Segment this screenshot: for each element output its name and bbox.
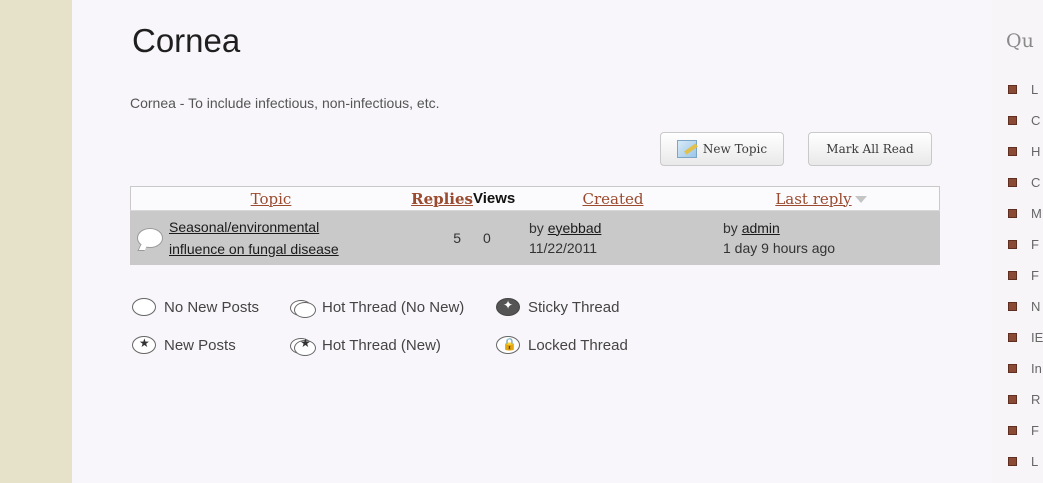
- table-header-row: Topic Replies Views Created Last reply: [130, 186, 940, 211]
- quick-links-sidebar: Qu L C H C M F F N IE In R F L: [992, 0, 1043, 483]
- sidebar-item[interactable]: In: [1008, 361, 1042, 376]
- bullet-icon: [1008, 85, 1017, 94]
- legend-hot-thread-no-new-label: Hot Thread (No New): [322, 298, 465, 316]
- mark-all-read-label: Mark All Read: [826, 142, 914, 156]
- sidebar-item[interactable]: F: [1008, 237, 1039, 252]
- sidebar-item[interactable]: R: [1008, 392, 1040, 407]
- bullet-icon: [1008, 426, 1017, 435]
- new-topic-button[interactable]: New Topic: [660, 132, 784, 166]
- hot-thread-no-new-icon: [288, 296, 316, 318]
- new-posts-icon: ★: [130, 334, 158, 356]
- sidebar-item-label: H: [1031, 144, 1041, 159]
- bullet-icon: [1008, 395, 1017, 404]
- sidebar-item-label: L: [1031, 454, 1039, 469]
- sidebar-item[interactable]: F: [1008, 268, 1039, 283]
- legend-hot-thread-new: ★ Hot Thread (New): [288, 334, 441, 356]
- topics-table: Topic Replies Views Created Last reply S…: [130, 186, 940, 265]
- bullet-icon: [1008, 147, 1017, 156]
- legend-new-posts-label: New Posts: [164, 336, 236, 354]
- sort-desc-icon: [854, 196, 867, 203]
- legend-no-new-posts: No New Posts: [130, 296, 259, 318]
- header-last-reply[interactable]: Last reply: [703, 186, 940, 211]
- topic-title-line1: Seasonal/environmental: [169, 218, 320, 235]
- created-date: 11/22/2011: [529, 239, 597, 256]
- created-by-user-link[interactable]: eyebbad: [548, 220, 602, 236]
- sidebar-item-label: C: [1031, 175, 1041, 190]
- sticky-thread-icon: ✦: [494, 296, 522, 318]
- sidebar-item-label: F: [1031, 237, 1039, 252]
- no-new-posts-icon: [137, 227, 163, 248]
- bullet-icon: [1008, 178, 1017, 187]
- sidebar-item-label: F: [1031, 268, 1039, 283]
- sidebar-item[interactable]: L: [1008, 454, 1038, 469]
- legend-sticky-thread-label: Sticky Thread: [528, 298, 620, 316]
- header-replies[interactable]: Replies: [411, 186, 473, 211]
- topic-link[interactable]: Seasonal/environmental influence on fung…: [169, 216, 339, 260]
- sidebar-item-label: In: [1031, 361, 1042, 376]
- header-last-reply-link[interactable]: Last reply: [775, 190, 851, 208]
- header-topic[interactable]: Topic: [130, 186, 411, 211]
- sidebar-item[interactable]: L: [1008, 82, 1038, 97]
- header-replies-link[interactable]: Replies: [411, 190, 473, 208]
- sidebar-item[interactable]: N: [1008, 299, 1040, 314]
- page-title: Cornea: [132, 22, 241, 59]
- created-by-prefix: by: [529, 219, 544, 236]
- topic-cell: Seasonal/environmental influence on fung…: [130, 210, 411, 265]
- sidebar-item-label: F: [1031, 423, 1039, 438]
- last-reply-time: 1 day 9 hours ago: [723, 239, 836, 256]
- new-topic-icon: [676, 140, 697, 158]
- sidebar-item[interactable]: H: [1008, 144, 1040, 159]
- last-reply-cell: by admin 1 day 9 hours ago: [703, 210, 940, 265]
- mark-all-read-button[interactable]: Mark All Read: [808, 132, 932, 166]
- sidebar-item-label: R: [1031, 392, 1041, 407]
- legend-hot-thread-new-label: Hot Thread (New): [322, 336, 441, 354]
- legend-no-new-posts-label: No New Posts: [164, 298, 260, 316]
- sidebar-item[interactable]: C: [1008, 113, 1040, 128]
- legend-hot-thread-no-new: Hot Thread (No New): [288, 296, 464, 318]
- sidebar-item[interactable]: IE: [1008, 330, 1043, 345]
- sidebar-item-label: M: [1031, 206, 1042, 221]
- created-cell: by eyebbad 11/22/2011: [523, 210, 703, 265]
- sidebar-item-label: IE: [1031, 330, 1043, 345]
- bullet-icon: [1008, 364, 1017, 373]
- bullet-icon: [1008, 209, 1017, 218]
- left-sidebar-strip: [0, 0, 72, 483]
- no-new-posts-icon: [130, 296, 158, 318]
- bullet-icon: [1008, 333, 1017, 342]
- sidebar-item[interactable]: C: [1008, 175, 1040, 190]
- bullet-icon: [1008, 116, 1017, 125]
- header-views: Views: [473, 186, 523, 211]
- table-row: Seasonal/environmental influence on fung…: [130, 210, 940, 265]
- bullet-icon: [1008, 302, 1017, 311]
- legend-locked-thread-label: Locked Thread: [528, 336, 628, 354]
- forum-description: Cornea - To include infectious, non-infe…: [130, 95, 440, 111]
- locked-thread-icon: 🔒: [494, 334, 522, 356]
- quick-links-heading: Qu: [1006, 30, 1034, 52]
- header-created[interactable]: Created: [523, 186, 703, 211]
- legend-locked-thread: 🔒 Locked Thread: [494, 334, 628, 356]
- sidebar-item[interactable]: M: [1008, 206, 1042, 221]
- bullet-icon: [1008, 271, 1017, 280]
- sidebar-item[interactable]: F: [1008, 423, 1039, 438]
- legend-new-posts: ★ New Posts: [130, 334, 236, 356]
- topic-title-line2: influence on fungal disease: [169, 240, 339, 257]
- legend-sticky-thread: ✦ Sticky Thread: [494, 296, 619, 318]
- bullet-icon: [1008, 240, 1017, 249]
- replies-count: 5: [411, 210, 473, 265]
- last-reply-prefix: by: [723, 219, 738, 236]
- bullet-icon: [1008, 457, 1017, 466]
- sidebar-item-label: C: [1031, 113, 1041, 128]
- sidebar-item-label: L: [1031, 82, 1039, 97]
- sidebar-item-label: N: [1031, 299, 1041, 314]
- header-created-link[interactable]: Created: [583, 190, 644, 208]
- header-topic-link[interactable]: Topic: [251, 190, 292, 208]
- main-content: Cornea Cornea - To include infectious, n…: [72, 0, 992, 483]
- last-reply-user-link[interactable]: admin: [742, 220, 780, 236]
- views-count: 0: [473, 210, 523, 265]
- new-topic-label: New Topic: [702, 142, 768, 156]
- hot-thread-new-icon: ★: [288, 334, 316, 356]
